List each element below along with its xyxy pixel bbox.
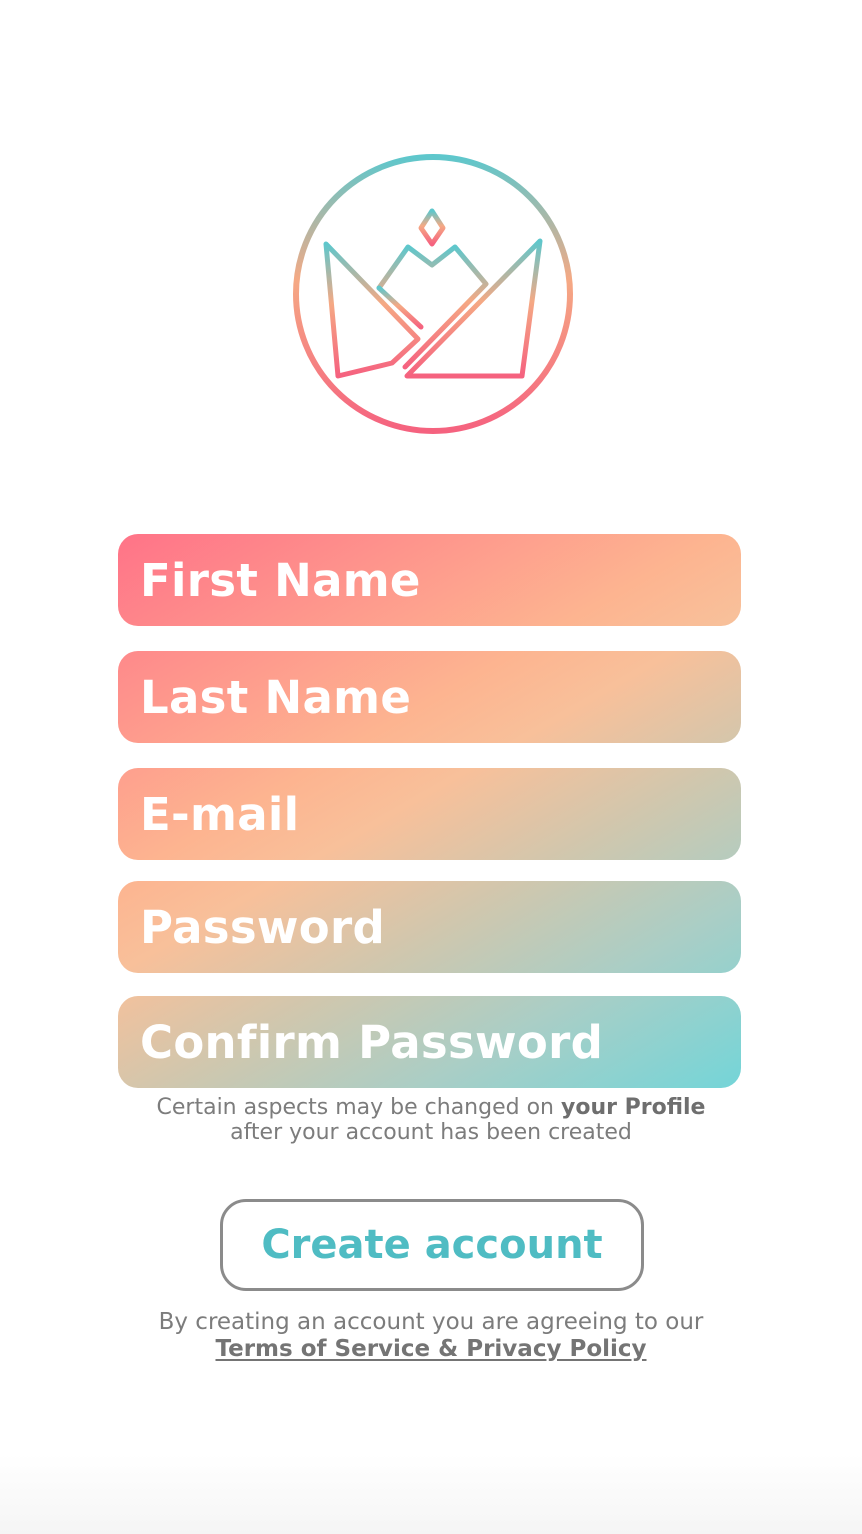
create-account-label: Create account bbox=[261, 1222, 603, 1268]
terms-privacy-link[interactable]: Terms of Service & Privacy Policy bbox=[215, 1336, 646, 1362]
profile-hint-line1: Certain aspects may be changed on your P… bbox=[156, 1095, 706, 1120]
field-divider bbox=[118, 860, 741, 881]
field-divider bbox=[118, 743, 741, 768]
field-divider bbox=[118, 626, 741, 651]
last-name-placeholder: Last Name bbox=[140, 670, 412, 724]
field-divider bbox=[118, 973, 741, 996]
bottom-fade bbox=[0, 1454, 862, 1534]
crown-logo-icon bbox=[293, 154, 573, 434]
last-name-field[interactable]: Last Name bbox=[118, 651, 741, 743]
create-account-button[interactable]: Create account bbox=[220, 1199, 644, 1291]
first-name-field[interactable]: First Name bbox=[118, 534, 741, 626]
confirm-password-placeholder: Confirm Password bbox=[140, 1015, 604, 1069]
signup-form: First Name Last Name E-mail Password Con… bbox=[118, 534, 741, 1088]
profile-hint-line2: after your account has been created bbox=[230, 1120, 632, 1145]
email-placeholder: E-mail bbox=[140, 787, 300, 841]
first-name-placeholder: First Name bbox=[140, 553, 421, 607]
terms-text: By creating an account you are agreeing … bbox=[158, 1309, 704, 1335]
password-placeholder: Password bbox=[140, 900, 385, 954]
terms-notice: By creating an account you are agreeing … bbox=[0, 1309, 862, 1363]
email-field[interactable]: E-mail bbox=[118, 768, 741, 860]
profile-hint: Certain aspects may be changed on your P… bbox=[0, 1095, 862, 1145]
profile-hint-emphasis: your Profile bbox=[560, 1095, 706, 1120]
password-field[interactable]: Password bbox=[118, 881, 741, 973]
confirm-password-field[interactable]: Confirm Password bbox=[118, 996, 741, 1088]
